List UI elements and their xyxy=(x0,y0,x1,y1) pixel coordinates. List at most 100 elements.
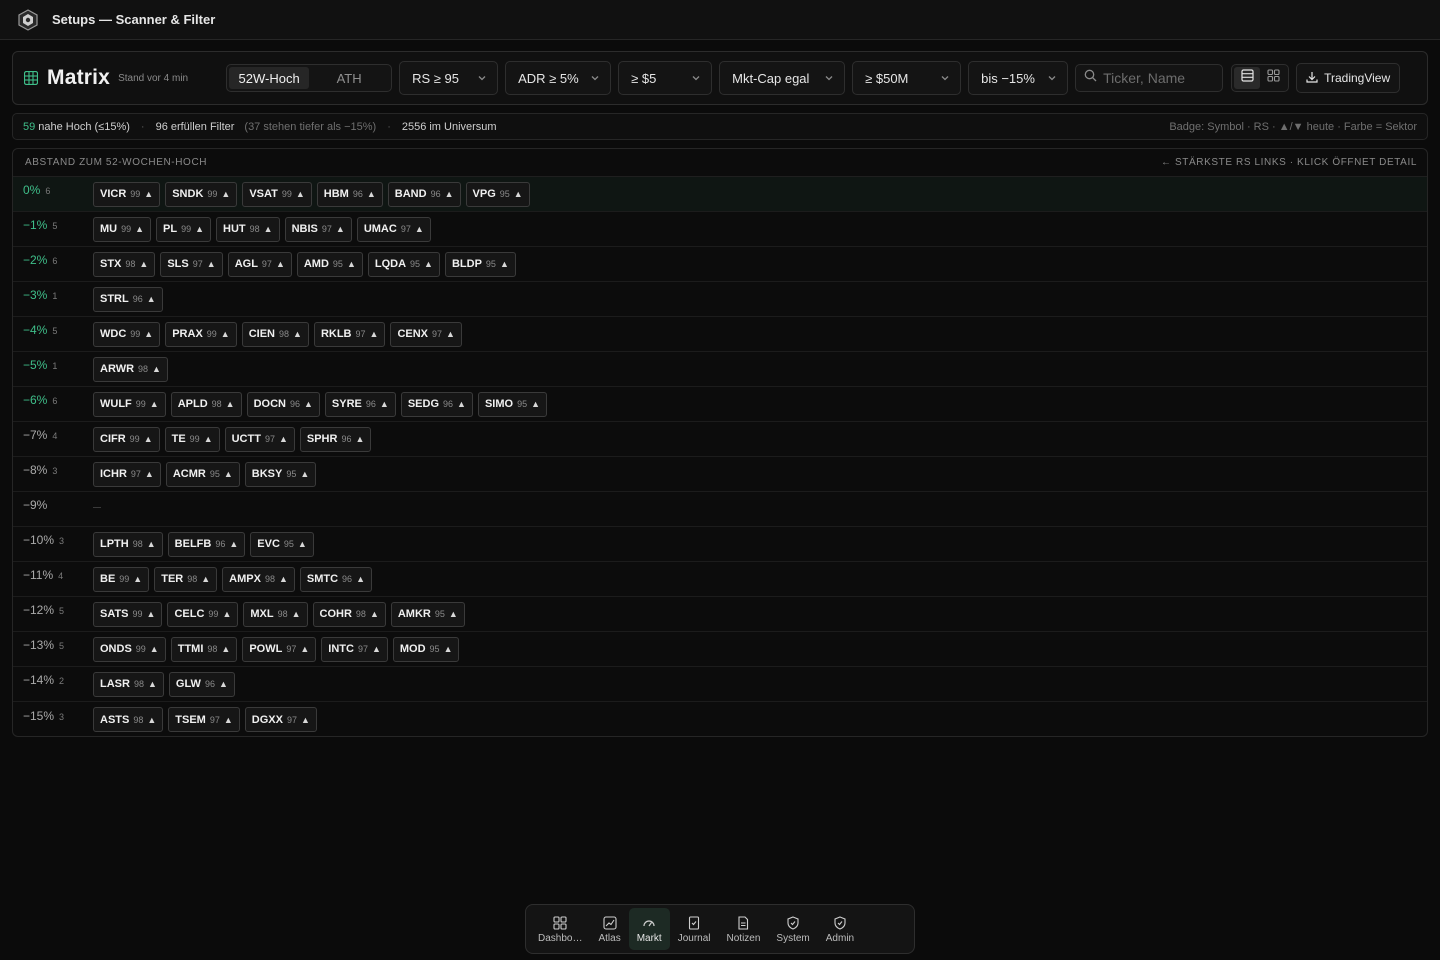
app-logo-icon[interactable] xyxy=(17,8,39,31)
ticker-chip[interactable]: GLW 96 ▲ xyxy=(168,671,235,697)
grid-view-button[interactable] xyxy=(1260,67,1286,89)
nav-item-atlas[interactable]: Atlas xyxy=(590,908,628,950)
ticker-chip[interactable]: TER 98 ▲ xyxy=(154,566,218,592)
ticker-search-input[interactable] xyxy=(1103,70,1220,86)
distance-filter-dropdown[interactable]: bis −15% xyxy=(968,61,1069,95)
ticker-chip[interactable]: UMAC 97 ▲ xyxy=(356,216,431,242)
ticker-chip[interactable]: AMD 95 ▲ xyxy=(296,251,363,277)
volume-filter-value: ≥ $50M xyxy=(865,70,909,86)
ticker-chip[interactable]: AGL 97 ▲ xyxy=(227,251,292,277)
ticker-symbol: CIEN xyxy=(248,328,275,340)
mode-52w-high-button[interactable]: 52W-Hoch xyxy=(229,67,310,89)
ticker-chip[interactable]: MOD 95 ▲ xyxy=(392,636,460,662)
ticker-symbol: BAND xyxy=(394,188,427,200)
ticker-chip[interactable]: LQDA 95 ▲ xyxy=(367,251,440,277)
mktcap-filter-dropdown[interactable]: Mkt-Cap egal xyxy=(719,61,846,95)
ticker-chip[interactable]: BAND 96 ▲ xyxy=(387,181,461,207)
ticker-chip[interactable]: TE 99 ▲ xyxy=(164,426,220,452)
up-arrow-icon: ▲ xyxy=(335,224,345,234)
ticker-chip[interactable]: DOCN 96 ▲ xyxy=(246,391,320,417)
ticker-chip[interactable]: HUT 98 ▲ xyxy=(216,216,280,242)
ticker-chip[interactable]: INTC 97 ▲ xyxy=(321,636,388,662)
nav-item-admin[interactable]: Admin xyxy=(818,908,862,950)
ticker-symbol: AMD xyxy=(303,258,329,270)
ticker-rs: 97 xyxy=(192,259,203,269)
ticker-chip[interactable]: SIMO 95 ▲ xyxy=(477,391,548,417)
nav-item-notizen[interactable]: Notizen xyxy=(719,908,769,950)
ticker-chip[interactable]: POWL 97 ▲ xyxy=(242,636,317,662)
ticker-symbol: ONDS xyxy=(100,643,132,655)
nav-item-journal[interactable]: Journal xyxy=(670,908,719,950)
ticker-rs: 96 xyxy=(289,399,300,409)
nav-item-markt[interactable]: Markt xyxy=(628,908,670,950)
ticker-chip[interactable]: SLS 97 ▲ xyxy=(160,251,223,277)
ticker-chip[interactable]: NBIS 97 ▲ xyxy=(284,216,352,242)
ticker-chip[interactable]: BKSY 95 ▲ xyxy=(244,461,317,487)
ticker-chip[interactable]: ARWR 98 ▲ xyxy=(93,356,168,382)
nav-item-dashbo[interactable]: Dashbo… xyxy=(530,908,590,950)
ticker-chip[interactable]: PL 99 ▲ xyxy=(156,216,212,242)
ticker-chip[interactable]: LPTH 98 ▲ xyxy=(93,531,163,557)
ticker-chip[interactable]: ACMR 95 ▲ xyxy=(165,461,240,487)
ticker-chip[interactable]: SNDK 99 ▲ xyxy=(165,181,238,207)
ticker-chip[interactable]: ICHR 97 ▲ xyxy=(93,461,161,487)
ticker-rs: 98 xyxy=(133,714,144,725)
ticker-search[interactable] xyxy=(1075,64,1224,92)
download-icon xyxy=(1306,71,1324,86)
ticker-chip[interactable]: MU 99 ▲ xyxy=(93,216,152,242)
ticker-chip[interactable]: BLDP 95 ▲ xyxy=(444,251,516,277)
ticker-chip[interactable]: SYRE 96 ▲ xyxy=(324,391,396,417)
ticker-chip[interactable]: WULF 99 ▲ xyxy=(93,391,166,417)
ticker-chip[interactable]: COHR 98 ▲ xyxy=(312,601,386,627)
ticker-chip[interactable]: CENX 97 ▲ xyxy=(390,321,462,347)
ticker-rs: 95 xyxy=(499,189,510,199)
view-toggle xyxy=(1231,64,1290,92)
ticker-chip[interactable]: TTMI 98 ▲ xyxy=(170,636,238,662)
ticker-chip[interactable]: BELFB 96 ▲ xyxy=(167,531,246,557)
distance-level: −2% 6 xyxy=(13,253,93,267)
ticker-chip[interactable]: SATS 99 ▲ xyxy=(93,601,163,627)
ticker-chip[interactable]: TSEM 97 ▲ xyxy=(168,707,240,732)
ticker-chip[interactable]: STRL 96 ▲ xyxy=(93,286,163,312)
ticker-chip[interactable]: VSAT 99 ▲ xyxy=(242,181,312,207)
ticker-chip[interactable]: CIFR 99 ▲ xyxy=(93,426,160,452)
ticker-chip[interactable]: PRAX 99 ▲ xyxy=(165,321,237,347)
ticker-chip[interactable]: AMPX 98 ▲ xyxy=(222,566,295,592)
chevron-down-icon xyxy=(590,73,600,83)
rs-filter-dropdown[interactable]: RS ≥ 95 xyxy=(399,61,499,95)
level-count: 5 xyxy=(52,221,58,231)
price-filter-dropdown[interactable]: ≥ $5 xyxy=(618,61,713,95)
ticker-chip[interactable]: SEDG 96 ▲ xyxy=(400,391,473,417)
ticker-chip[interactable]: CIEN 98 ▲ xyxy=(241,321,309,347)
ticker-chip[interactable]: SMTC 96 ▲ xyxy=(299,566,372,592)
ticker-symbol: ICHR xyxy=(100,468,127,480)
nav-item-system[interactable]: System xyxy=(768,908,817,950)
ticker-chip[interactable]: AMKR 95 ▲ xyxy=(390,601,465,627)
list-view-icon xyxy=(1241,69,1254,87)
ticker-chip[interactable]: STX 98 ▲ xyxy=(93,251,156,277)
ticker-chip[interactable]: ONDS 99 ▲ xyxy=(93,636,166,662)
ticker-rs: 96 xyxy=(352,189,363,199)
list-view-button[interactable] xyxy=(1234,67,1261,89)
ticker-chip[interactable]: VICR 99 ▲ xyxy=(93,181,161,207)
ticker-chip[interactable]: ASTS 98 ▲ xyxy=(93,707,164,732)
ticker-chip[interactable]: LASR 98 ▲ xyxy=(93,671,164,697)
ticker-chip[interactable]: APLD 98 ▲ xyxy=(170,391,242,417)
ticker-chip[interactable]: CELC 99 ▲ xyxy=(167,601,239,627)
ticker-chip[interactable]: DGXX 97 ▲ xyxy=(244,707,317,732)
volume-filter-dropdown[interactable]: ≥ $50M xyxy=(852,61,962,95)
ticker-chip[interactable]: SPHR 96 ▲ xyxy=(299,426,372,452)
adr-filter-dropdown[interactable]: ADR ≥ 5% xyxy=(505,61,612,95)
ticker-chip[interactable]: WDC 99 ▲ xyxy=(93,321,161,347)
ticker-chip[interactable]: VPG 95 ▲ xyxy=(465,181,530,207)
up-arrow-icon: ▲ xyxy=(356,574,365,584)
tradingview-export-button[interactable]: TradingView xyxy=(1296,63,1401,93)
ticker-chip[interactable]: UCTT 97 ▲ xyxy=(224,426,295,452)
ticker-chip[interactable]: BE 99 ▲ xyxy=(93,566,150,592)
ticker-chip[interactable]: EVC 95 ▲ xyxy=(250,531,314,557)
ticker-chip[interactable]: HBM 96 ▲ xyxy=(316,181,383,207)
ticker-list: BE 99 ▲ TER 98 ▲ AMPX 98 ▲ SMTC 96 ▲ xyxy=(93,566,377,592)
ticker-chip[interactable]: RKLB 97 ▲ xyxy=(313,321,386,347)
mode-ath-button[interactable]: ATH xyxy=(309,67,389,89)
ticker-chip[interactable]: MXL 98 ▲ xyxy=(243,601,308,627)
